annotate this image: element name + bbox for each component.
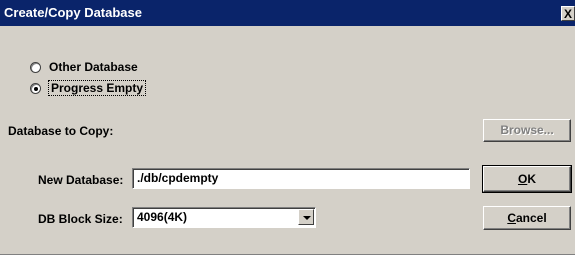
cancel-button[interactable]: Cancel bbox=[483, 206, 571, 230]
db-block-size-select[interactable]: 4096(4K) bbox=[132, 207, 316, 228]
create-copy-database-dialog: Create/Copy Database X Other Database Pr… bbox=[0, 0, 575, 260]
ok-rest: K bbox=[527, 172, 536, 186]
chevron-down-icon[interactable] bbox=[298, 209, 314, 225]
cancel-accel: C bbox=[507, 211, 516, 225]
ok-button[interactable]: OK bbox=[482, 165, 572, 193]
window-title: Create/Copy Database bbox=[4, 5, 142, 20]
new-database-value: ./db/cpdempty bbox=[137, 171, 219, 185]
database-to-copy-label: Database to Copy: bbox=[8, 124, 114, 138]
radio-other-database[interactable]: Other Database bbox=[30, 59, 138, 75]
bottom-edge bbox=[0, 254, 575, 260]
close-button[interactable]: X bbox=[561, 6, 575, 21]
title-bar: Create/Copy Database X bbox=[0, 0, 575, 26]
ok-accel: O bbox=[517, 172, 528, 186]
db-block-size-value: 4096(4K) bbox=[137, 210, 188, 224]
db-block-size-label: DB Block Size: bbox=[38, 212, 123, 226]
cancel-rest: ancel bbox=[515, 211, 547, 225]
browse-button-label: Browse... bbox=[500, 123, 554, 137]
new-database-label: New Database: bbox=[38, 173, 124, 187]
radio-checked-icon[interactable] bbox=[30, 82, 41, 94]
radio-icon[interactable] bbox=[30, 61, 41, 73]
radio-label-progress-empty: Progress Empty bbox=[47, 80, 147, 96]
new-database-input[interactable]: ./db/cpdempty bbox=[132, 168, 470, 189]
radio-label-other-database: Other Database bbox=[49, 60, 138, 74]
close-icon: X bbox=[563, 7, 572, 21]
radio-progress-empty[interactable]: Progress Empty bbox=[30, 80, 147, 96]
browse-button[interactable]: Browse... bbox=[483, 119, 571, 142]
